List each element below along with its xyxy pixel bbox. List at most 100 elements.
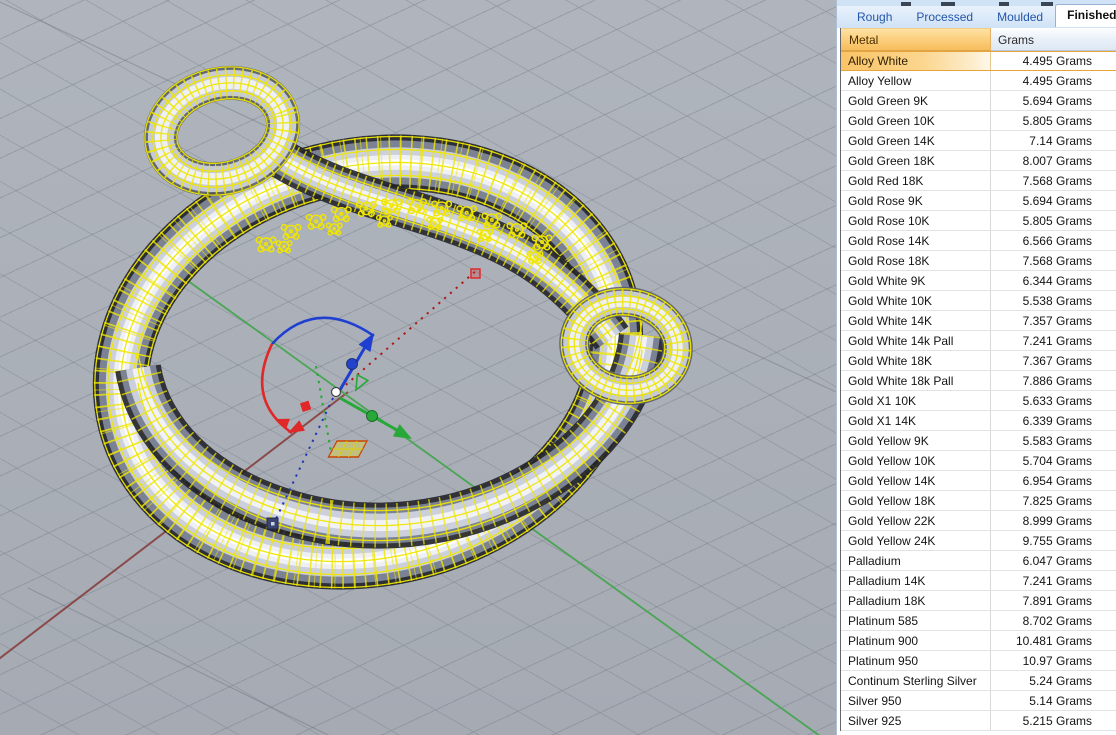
metal-cell: Silver 925 bbox=[841, 711, 991, 730]
grams-cell: 5.805 Grams bbox=[1022, 213, 1092, 228]
grams-cell: 7.825 Grams bbox=[1022, 493, 1092, 508]
tab-bar: Rough Processed Moulded Finished bbox=[837, 4, 1116, 28]
ring-model[interactable] bbox=[46, 50, 699, 644]
metal-cell: Gold X1 14K bbox=[841, 411, 991, 430]
viewport-3d[interactable] bbox=[0, 0, 836, 735]
table-row[interactable]: Gold Yellow 22K 8.999 Grams bbox=[841, 511, 1116, 531]
metal-cell: Gold Rose 14K bbox=[841, 231, 991, 250]
table-row[interactable]: Gold Green 9K 5.694 Grams bbox=[841, 91, 1116, 111]
metal-cell: Palladium 18K bbox=[841, 591, 991, 610]
grams-cell: 9.755 Grams bbox=[1022, 533, 1092, 548]
gumball-z-arrow[interactable] bbox=[335, 329, 380, 396]
table-row[interactable]: Gold Rose 9K 5.694 Grams bbox=[841, 191, 1116, 211]
metal-cell: Gold Yellow 24K bbox=[841, 531, 991, 550]
table-row[interactable]: Gold White 18K 7.367 Grams bbox=[841, 351, 1116, 371]
tab-rough[interactable]: Rough bbox=[845, 7, 904, 28]
metal-cell: Gold Yellow 14K bbox=[841, 471, 991, 490]
table-row[interactable]: Gold Yellow 24K 9.755 Grams bbox=[841, 531, 1116, 551]
table-row[interactable]: Gold Red 18K 7.568 Grams bbox=[841, 171, 1116, 191]
metal-column-header[interactable]: Metal bbox=[841, 28, 991, 51]
table-row[interactable]: Gold White 18k Pall 7.886 Grams bbox=[841, 371, 1116, 391]
tab-processed[interactable]: Processed bbox=[904, 7, 985, 28]
tab-finished[interactable]: Finished bbox=[1055, 4, 1116, 27]
table-row[interactable]: Gold Green 18K 8.007 Grams bbox=[841, 151, 1116, 171]
grams-cell: 5.215 Grams bbox=[1022, 713, 1092, 728]
table-row[interactable]: Gold Green 10K 5.805 Grams bbox=[841, 111, 1116, 131]
grams-cell: 8.702 Grams bbox=[1022, 613, 1092, 628]
table-row[interactable]: Platinum 950 10.97 Grams bbox=[841, 651, 1116, 671]
grams-cell: 7.14 Grams bbox=[1029, 133, 1092, 148]
grams-cell: 5.805 Grams bbox=[1022, 113, 1092, 128]
table-row[interactable]: Gold Yellow 10K 5.704 Grams bbox=[841, 451, 1116, 471]
grams-cell: 7.357 Grams bbox=[1022, 313, 1092, 328]
table-row[interactable]: Gold White 9K 6.344 Grams bbox=[841, 271, 1116, 291]
gumball-origin-handle[interactable] bbox=[330, 386, 342, 398]
metal-cell: Palladium bbox=[841, 551, 991, 570]
metal-cell: Gold White 9K bbox=[841, 271, 991, 290]
metal-cell: Gold White 18k Pall bbox=[841, 371, 991, 390]
gumball[interactable] bbox=[260, 268, 481, 530]
table-row[interactable]: Gold X1 14K 6.339 Grams bbox=[841, 411, 1116, 431]
metal-cell: Gold Rose 18K bbox=[841, 251, 991, 270]
table-row[interactable]: Platinum 585 8.702 Grams bbox=[841, 611, 1116, 631]
table-row[interactable]: Continum Sterling Silver 5.24 Grams bbox=[841, 671, 1116, 691]
grams-cell: 4.495 Grams bbox=[1022, 73, 1092, 88]
metal-cell: Platinum 585 bbox=[841, 611, 991, 630]
grams-cell: 6.954 Grams bbox=[1022, 473, 1092, 488]
metal-cell: Gold Red 18K bbox=[841, 171, 991, 190]
metal-cell: Gold Yellow 18K bbox=[841, 491, 991, 510]
metal-cell: Gold White 14K bbox=[841, 311, 991, 330]
grams-cell: 5.14 Grams bbox=[1029, 693, 1092, 708]
table-row[interactable]: Silver 950 5.14 Grams bbox=[841, 691, 1116, 711]
table-row[interactable]: Gold White 10K 5.538 Grams bbox=[841, 291, 1116, 311]
table-header-row: Metal Grams bbox=[841, 28, 1116, 51]
table-row[interactable]: Silver 925 5.215 Grams bbox=[841, 711, 1116, 731]
table-row[interactable]: Alloy Yellow 4.495 Grams bbox=[841, 71, 1116, 91]
grams-cell: 7.891 Grams bbox=[1022, 593, 1092, 608]
table-row[interactable]: Gold White 14K 7.357 Grams bbox=[841, 311, 1116, 331]
point-marker-icon bbox=[470, 268, 481, 279]
table-row[interactable]: Gold Rose 14K 6.566 Grams bbox=[841, 231, 1116, 251]
grams-cell: 5.24 Grams bbox=[1029, 673, 1092, 688]
grams-cell: 7.886 Grams bbox=[1022, 373, 1092, 388]
gumball-rotate-z-arc[interactable] bbox=[271, 316, 375, 345]
grams-cell: 5.704 Grams bbox=[1022, 453, 1092, 468]
metal-cell: Gold Green 9K bbox=[841, 91, 991, 110]
table-row[interactable]: Platinum 900 10.481 Grams bbox=[841, 631, 1116, 651]
table-row[interactable]: Gold Yellow 14K 6.954 Grams bbox=[841, 471, 1116, 491]
metal-cell: Gold White 18K bbox=[841, 351, 991, 370]
table-row[interactable]: Palladium 18K 7.891 Grams bbox=[841, 591, 1116, 611]
metal-weight-table: Metal Grams Alloy White 4.495 Grams Alloy … bbox=[840, 28, 1116, 731]
weights-panel: Rough Processed Moulded Finished Metal Gram… bbox=[836, 0, 1116, 735]
table-row[interactable]: Palladium 14K 7.241 Grams bbox=[841, 571, 1116, 591]
gumball-x-handle[interactable] bbox=[299, 400, 312, 412]
table-row[interactable]: Alloy White 4.495 Grams bbox=[841, 51, 1116, 71]
grams-column-header[interactable]: Grams bbox=[991, 28, 1116, 51]
table-row[interactable]: Palladium 6.047 Grams bbox=[841, 551, 1116, 571]
gumball-menu-icon[interactable] bbox=[266, 517, 279, 530]
gumball-z-handle[interactable] bbox=[346, 358, 358, 370]
metal-cell: Continum Sterling Silver bbox=[841, 671, 991, 690]
gumball-x-guide bbox=[339, 269, 478, 391]
table-row[interactable]: Gold X1 10K 5.633 Grams bbox=[841, 391, 1116, 411]
table-row[interactable]: Gold Green 14K 7.14 Grams bbox=[841, 131, 1116, 151]
tab-moulded[interactable]: Moulded bbox=[985, 7, 1055, 28]
metal-cell: Gold White 14k Pall bbox=[841, 331, 991, 350]
gumball-y-arrow[interactable] bbox=[339, 373, 415, 445]
table-row[interactable]: Gold Rose 10K 5.805 Grams bbox=[841, 211, 1116, 231]
grams-cell: 5.694 Grams bbox=[1022, 93, 1092, 108]
metal-cell: Gold Rose 10K bbox=[841, 211, 991, 230]
table-row[interactable]: Gold Rose 18K 7.568 Grams bbox=[841, 251, 1116, 271]
grams-cell: 7.568 Grams bbox=[1022, 173, 1092, 188]
table-row[interactable]: Gold Yellow 18K 7.825 Grams bbox=[841, 491, 1116, 511]
metal-cell: Alloy White bbox=[841, 52, 991, 70]
metal-cell: Platinum 950 bbox=[841, 651, 991, 670]
grams-cell: 4.495 Grams bbox=[1022, 54, 1092, 68]
gumball-x-arrow[interactable] bbox=[274, 400, 312, 439]
grams-cell: 5.583 Grams bbox=[1022, 433, 1092, 448]
metal-cell: Gold Yellow 9K bbox=[841, 431, 991, 450]
table-row[interactable]: Gold White 14k Pall 7.241 Grams bbox=[841, 331, 1116, 351]
gumball-scale-grid[interactable] bbox=[327, 440, 369, 458]
table-row[interactable]: Gold Yellow 9K 5.583 Grams bbox=[841, 431, 1116, 451]
gumball-y-handle[interactable] bbox=[366, 410, 378, 422]
